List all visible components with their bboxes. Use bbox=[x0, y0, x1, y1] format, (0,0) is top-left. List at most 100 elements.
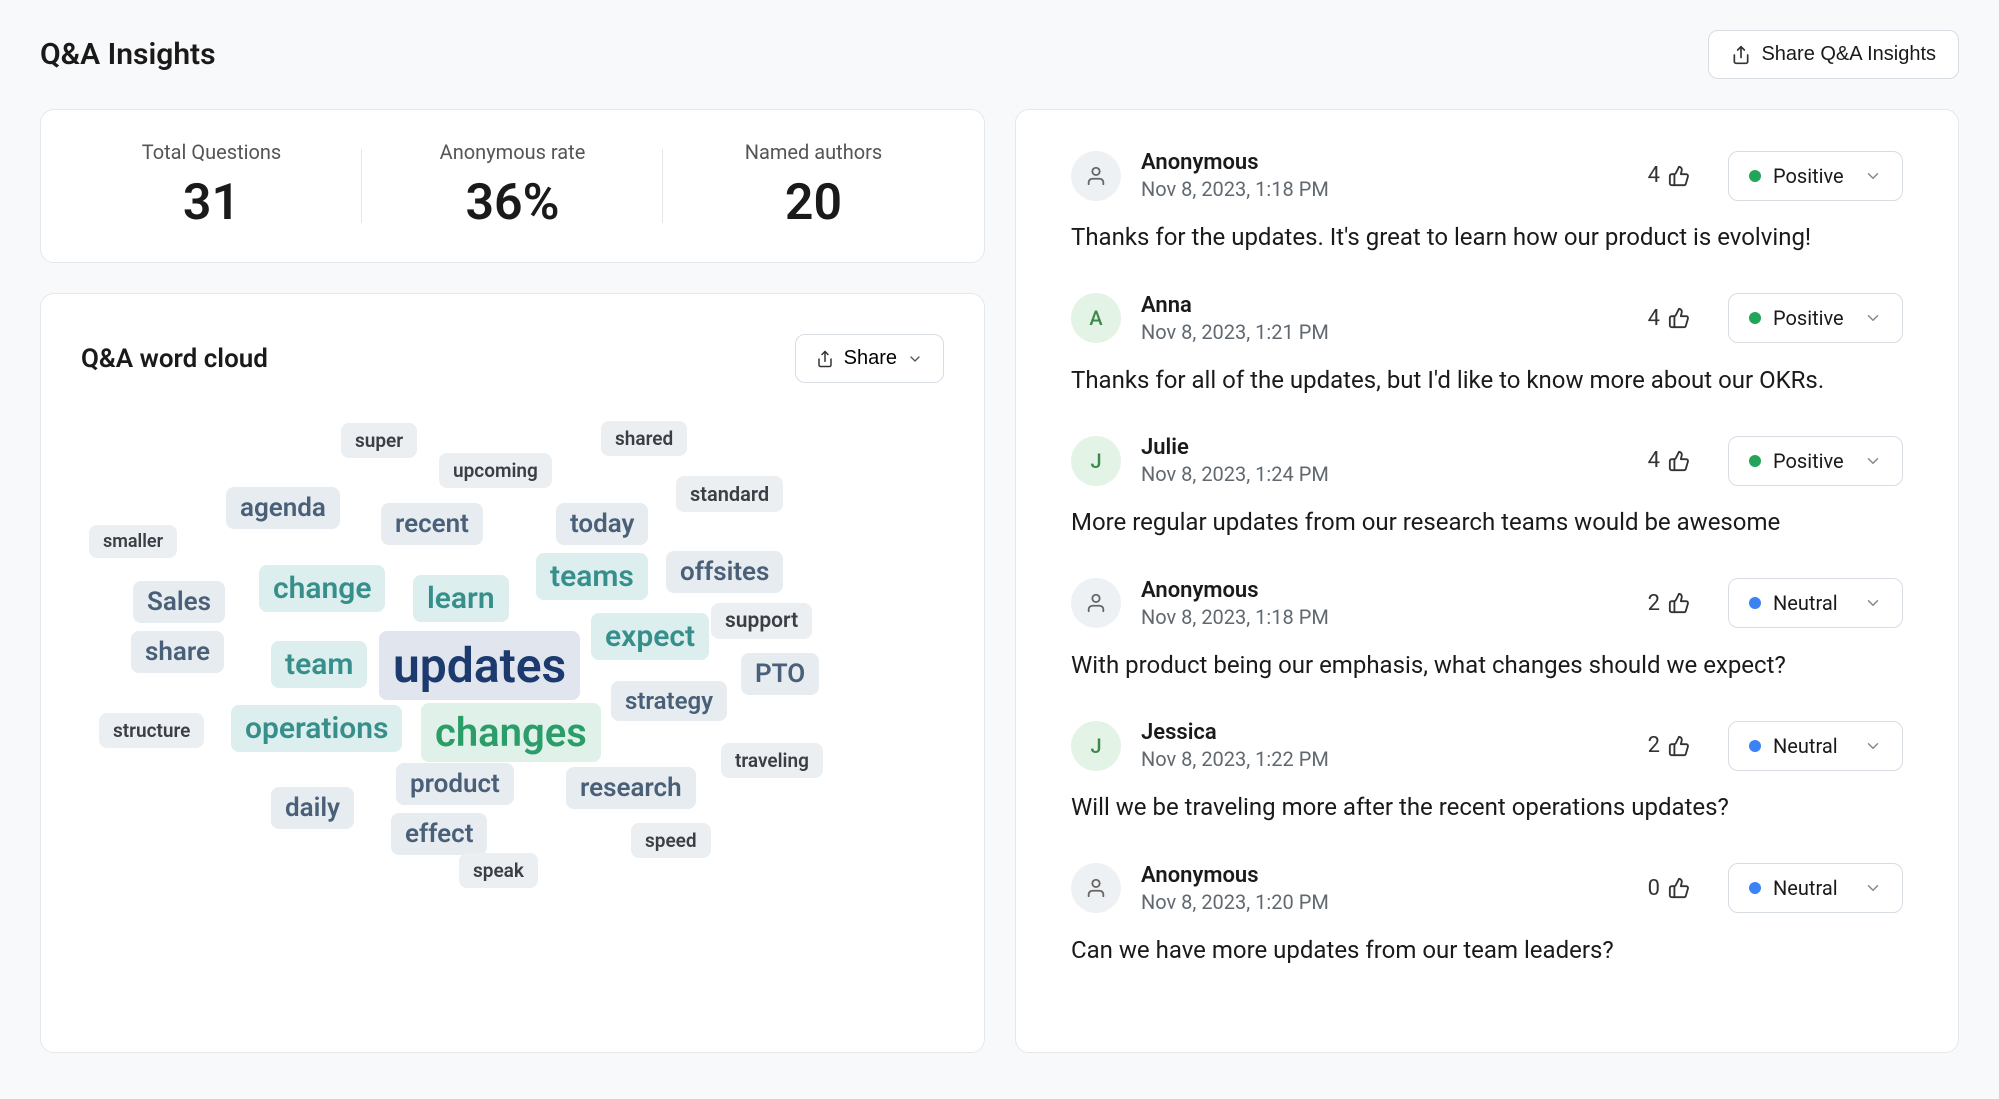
wordcloud-word[interactable]: upcoming bbox=[439, 453, 552, 488]
chevron-down-icon bbox=[1864, 452, 1882, 470]
share-insights-button[interactable]: Share Q&A Insights bbox=[1708, 30, 1959, 79]
stat-anonymous-rate: Anonymous rate 36% bbox=[362, 140, 663, 232]
wordcloud-word[interactable]: traveling bbox=[721, 743, 823, 778]
sentiment-dot-icon bbox=[1749, 597, 1761, 609]
wordcloud-word[interactable]: PTO bbox=[741, 653, 819, 695]
question-author: Anna bbox=[1141, 293, 1628, 318]
user-avatar: J bbox=[1071, 721, 1121, 771]
chevron-down-icon bbox=[1864, 594, 1882, 612]
question-body: With product being our emphasis, what ch… bbox=[1071, 649, 1903, 683]
chevron-down-icon bbox=[1864, 309, 1882, 327]
wordcloud-word[interactable]: updates bbox=[379, 631, 580, 700]
like-count[interactable]: 4 bbox=[1648, 163, 1690, 188]
wordcloud-word[interactable]: changes bbox=[421, 703, 601, 762]
user-avatar: A bbox=[1071, 293, 1121, 343]
chevron-down-icon bbox=[907, 351, 923, 367]
wordcloud-word[interactable]: learn bbox=[413, 575, 509, 622]
sentiment-dot-icon bbox=[1749, 312, 1761, 324]
stat-total-questions: Total Questions 31 bbox=[61, 140, 362, 232]
wordcloud-word[interactable]: today bbox=[556, 503, 648, 545]
stat-label: Total Questions bbox=[61, 140, 362, 164]
sentiment-dropdown[interactable]: Neutral bbox=[1728, 578, 1903, 628]
question-body: Will we be traveling more after the rece… bbox=[1071, 791, 1903, 825]
question-time: Nov 8, 2023, 1:18 PM bbox=[1141, 605, 1628, 629]
like-number: 2 bbox=[1648, 591, 1660, 616]
like-number: 4 bbox=[1648, 448, 1660, 473]
wordcloud-word[interactable]: strategy bbox=[611, 681, 727, 721]
wordcloud-share-label: Share bbox=[844, 347, 897, 370]
wordcloud-word[interactable]: daily bbox=[271, 787, 354, 829]
wordcloud-word[interactable]: effect bbox=[391, 813, 487, 855]
question-time: Nov 8, 2023, 1:18 PM bbox=[1141, 177, 1628, 201]
wordcloud-word[interactable]: operations bbox=[231, 705, 402, 752]
questions-list: Anonymous Nov 8, 2023, 1:18 PM 4 Positive Th… bbox=[1015, 109, 1959, 1053]
stat-named-authors: Named authors 20 bbox=[663, 140, 964, 232]
question-item: AnonymousNov 8, 2023, 1:18 PM4PositiveTh… bbox=[1071, 150, 1903, 255]
question-body: Thanks for the updates. It's great to le… bbox=[1071, 221, 1903, 255]
share-insights-label: Share Q&A Insights bbox=[1761, 43, 1936, 66]
anonymous-avatar bbox=[1071, 863, 1121, 913]
question-author: Jessica bbox=[1141, 720, 1628, 745]
thumbs-up-icon bbox=[1668, 450, 1690, 472]
like-count[interactable]: 4 bbox=[1648, 448, 1690, 473]
wordcloud-word[interactable]: research bbox=[566, 767, 696, 809]
wordcloud-word[interactable]: recent bbox=[381, 503, 483, 545]
wordcloud-word[interactable]: structure bbox=[99, 713, 204, 748]
sentiment-label: Neutral bbox=[1773, 734, 1838, 758]
stat-value: 36% bbox=[362, 174, 663, 232]
wordcloud-word[interactable]: agenda bbox=[226, 487, 340, 529]
question-body: More regular updates from our research t… bbox=[1071, 506, 1903, 540]
anonymous-avatar bbox=[1071, 578, 1121, 628]
question-item: JJessicaNov 8, 2023, 1:22 PM2NeutralWill… bbox=[1071, 720, 1903, 825]
like-count[interactable]: 0 bbox=[1648, 876, 1690, 901]
sentiment-dropdown[interactable]: Neutral bbox=[1728, 863, 1903, 913]
like-count[interactable]: 2 bbox=[1648, 591, 1690, 616]
sentiment-dropdown[interactable]: Neutral bbox=[1728, 721, 1903, 771]
like-count[interactable]: 2 bbox=[1648, 733, 1690, 758]
like-count[interactable]: 4 bbox=[1648, 306, 1690, 331]
anonymous-avatar bbox=[1071, 151, 1121, 201]
like-number: 4 bbox=[1648, 306, 1660, 331]
wordcloud-word[interactable]: team bbox=[271, 641, 367, 688]
wordcloud-word[interactable]: speed bbox=[631, 823, 711, 858]
wordcloud-word[interactable]: smaller bbox=[89, 525, 177, 558]
sentiment-dropdown[interactable]: Positive bbox=[1728, 151, 1903, 201]
wordcloud-word[interactable]: offsites bbox=[666, 551, 783, 593]
user-avatar: J bbox=[1071, 436, 1121, 486]
wordcloud-share-button[interactable]: Share bbox=[795, 334, 944, 383]
wordcloud-word[interactable]: teams bbox=[536, 553, 648, 600]
question-item: JJulieNov 8, 2023, 1:24 PM4PositiveMore … bbox=[1071, 435, 1903, 540]
wordcloud-word[interactable]: super bbox=[341, 423, 417, 458]
sentiment-label: Neutral bbox=[1773, 876, 1838, 900]
wordcloud-card: Q&A word cloud Share super shared upcoming… bbox=[40, 293, 985, 1053]
wordcloud-word[interactable]: standard bbox=[676, 476, 783, 512]
wordcloud-word[interactable]: support bbox=[711, 603, 812, 639]
thumbs-up-icon bbox=[1668, 877, 1690, 899]
thumbs-up-icon bbox=[1668, 307, 1690, 329]
wordcloud-word[interactable]: speak bbox=[459, 853, 538, 888]
share-icon bbox=[1731, 45, 1751, 65]
question-item: AnonymousNov 8, 2023, 1:20 PM 0 Neutral Can… bbox=[1071, 863, 1903, 968]
wordcloud-word[interactable]: expect bbox=[591, 613, 709, 660]
wordcloud-word[interactable]: product bbox=[396, 763, 514, 805]
sentiment-dot-icon bbox=[1749, 882, 1761, 894]
stat-value: 31 bbox=[61, 174, 362, 232]
stat-label: Named authors bbox=[663, 140, 964, 164]
wordcloud-word[interactable]: change bbox=[259, 565, 385, 612]
sentiment-dot-icon bbox=[1749, 455, 1761, 467]
wordcloud-word[interactable]: shared bbox=[601, 421, 687, 456]
stats-card: Total Questions 31 Anonymous rate 36% Na… bbox=[40, 109, 985, 263]
sentiment-label: Positive bbox=[1773, 164, 1844, 188]
wordcloud-canvas: super shared upcoming standard agenda recent t… bbox=[81, 413, 891, 993]
question-body: Can we have more updates from our team l… bbox=[1071, 934, 1903, 968]
sentiment-label: Neutral bbox=[1773, 591, 1838, 615]
wordcloud-title: Q&A word cloud bbox=[81, 344, 268, 374]
wordcloud-word[interactable]: share bbox=[131, 631, 224, 673]
sentiment-dropdown[interactable]: Positive bbox=[1728, 436, 1903, 486]
like-number: 4 bbox=[1648, 163, 1660, 188]
wordcloud-word[interactable]: Sales bbox=[133, 581, 225, 623]
sentiment-dropdown[interactable]: Positive bbox=[1728, 293, 1903, 343]
question-item: AnonymousNov 8, 2023, 1:18 PM2NeutralWit… bbox=[1071, 578, 1903, 683]
question-author: Anonymous bbox=[1141, 863, 1628, 888]
question-time: Nov 8, 2023, 1:20 PM bbox=[1141, 890, 1628, 914]
